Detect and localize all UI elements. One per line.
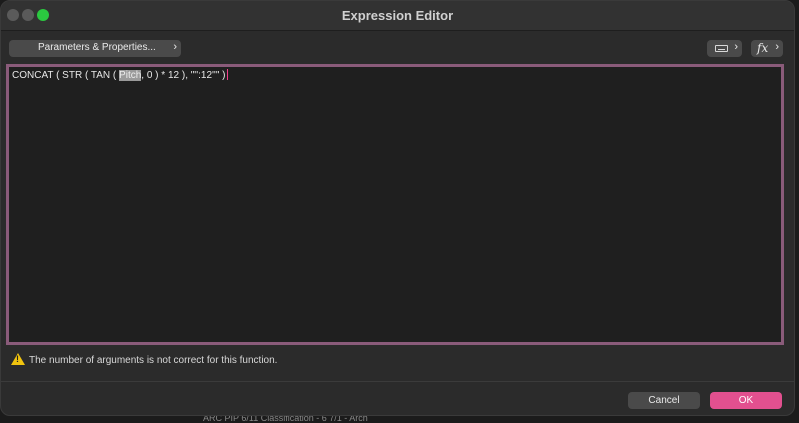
expression-text: CONCAT ( STR ( TAN ( Pitch, 0 ) * 12 ), … xyxy=(12,69,228,81)
cancel-button[interactable]: Cancel xyxy=(628,392,700,409)
selected-parameter[interactable]: Pitch xyxy=(119,70,142,81)
parameters-properties-label: Parameters & Properties... xyxy=(38,42,156,53)
warning-icon xyxy=(11,353,25,365)
validation-message: The number of arguments is not correct f… xyxy=(11,353,277,366)
ok-button[interactable]: OK xyxy=(710,392,782,409)
chevron-right-icon: › xyxy=(734,41,738,53)
expression-after: , 0 ) * 12 ), "'':12''" ) xyxy=(141,70,226,81)
expression-input[interactable]: CONCAT ( STR ( TAN ( Pitch, 0 ) * 12 ), … xyxy=(6,64,784,345)
chevron-right-icon: › xyxy=(173,41,177,53)
function-button[interactable]: fx › xyxy=(751,40,783,57)
title-bar: Expression Editor xyxy=(1,1,794,31)
window-title: Expression Editor xyxy=(341,8,454,23)
expression-editor-window: Expression Editor Parameters & Propertie… xyxy=(0,0,795,416)
chevron-right-icon: › xyxy=(775,41,779,53)
parameters-properties-button[interactable]: Parameters & Properties... › xyxy=(9,40,181,57)
validation-message-text: The number of arguments is not correct f… xyxy=(29,355,278,366)
footer-divider xyxy=(1,381,794,382)
expression-before: CONCAT ( STR ( TAN ( xyxy=(12,70,120,81)
keyboard-icon xyxy=(715,45,728,52)
text-cursor xyxy=(226,69,228,80)
fx-icon: fx xyxy=(757,41,769,55)
keyboard-button[interactable]: › xyxy=(707,40,742,57)
